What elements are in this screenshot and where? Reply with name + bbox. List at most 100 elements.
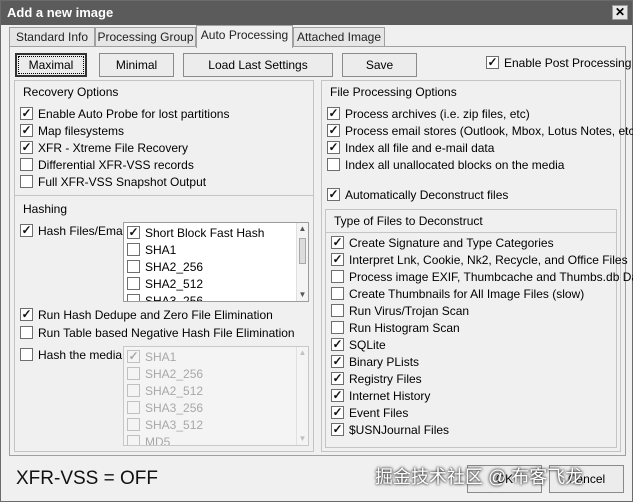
checkbox-label: Event Files <box>349 406 409 420</box>
checkbox-box[interactable]: ✓ <box>331 372 344 385</box>
deconstruct-types-heading: Type of Files to Deconstruct <box>334 214 483 228</box>
scroll-up-icon: ▲ <box>298 348 307 357</box>
checkbox-label: Run Histogram Scan <box>349 321 460 335</box>
checkbox-label: SHA2_512 <box>145 384 204 398</box>
maximal-button[interactable]: Maximal <box>15 53 87 77</box>
checkbox-box[interactable]: ✓ <box>327 124 340 137</box>
checkbox-box[interactable]: ✓ <box>331 389 344 402</box>
checkbox-box[interactable]: ✓ <box>20 224 33 237</box>
scroll-down-icon[interactable]: ▼ <box>297 289 308 301</box>
checkbox-box[interactable] <box>20 348 33 361</box>
checkbox-label: SHA3_256 <box>145 294 204 302</box>
hashing-heading: Hashing <box>23 202 68 216</box>
checkbox-box[interactable] <box>127 243 140 256</box>
tab-attached-image[interactable]: Attached Image <box>293 27 385 47</box>
checkbox-box[interactable]: ✓ <box>331 406 344 419</box>
checkbox-box[interactable] <box>127 294 140 301</box>
tab-standard-info[interactable]: Standard Info <box>9 27 95 47</box>
checkbox-box[interactable]: ✓ <box>127 226 140 239</box>
checkbox-box[interactable]: ✓ <box>486 56 499 69</box>
file-hash-listbox[interactable]: ✓ Short Block Fast Hash SHA1 SHA2_256 SHA2_5… <box>123 222 309 302</box>
checkbox-box <box>127 367 140 380</box>
checkbox-label: SHA2_256 <box>145 367 204 381</box>
checkbox-label: Enable Post Processing <box>504 56 632 70</box>
checkbox-label: Binary PLists <box>349 355 420 369</box>
checkbox-box[interactable] <box>331 321 344 334</box>
checkbox-box <box>127 384 140 397</box>
checkbox-label: SQLite <box>349 338 386 352</box>
checkbox-box[interactable]: ✓ <box>20 308 33 321</box>
tab-processing-group[interactable]: Processing Group <box>95 27 196 47</box>
save-settings-button[interactable]: Save Settings <box>342 53 417 94</box>
xfr-vss-status: XFR-VSS = OFF <box>16 468 158 489</box>
file-hash-scrollbar[interactable]: ▲ ▼ <box>296 223 308 301</box>
media-hash-listbox: ✓ SHA1 SHA2_256 SHA2_512 SHA3_256 SHA3_512 MD5… <box>123 346 309 446</box>
checkbox-box[interactable]: ✓ <box>331 338 344 351</box>
checkbox-box[interactable]: ✓ <box>327 107 340 120</box>
checkbox-box[interactable]: ✓ <box>331 355 344 368</box>
checkbox-label: Run Hash Dedupe and Zero File Eliminatio… <box>38 308 273 322</box>
recovery-options-heading: Recovery Options <box>23 85 119 99</box>
checkbox-box[interactable] <box>127 260 140 273</box>
tab-auto-processing[interactable]: Auto Processing <box>196 25 293 48</box>
checkbox-label: MD5 <box>145 435 171 446</box>
checkbox-label: Index all unallocated blocks on the medi… <box>345 158 565 172</box>
auto-processing-panel: Maximal Minimal Load Last Settings Save … <box>9 46 633 456</box>
watermark: 掘金技术社区 @ 布客飞龙 <box>375 467 584 487</box>
checkbox-box[interactable]: ✓ <box>331 236 344 249</box>
checkbox-label: SHA1 <box>145 350 177 364</box>
checkbox-box[interactable]: ✓ <box>331 423 344 436</box>
checkbox-box[interactable] <box>331 270 344 283</box>
checkbox-label: SHA2_512 <box>145 277 204 291</box>
deconstruct-types-group: Type of Files to Deconstruct ✓ Create Sig… <box>325 209 633 448</box>
checkbox-label: Registry Files <box>349 372 422 386</box>
checkbox-box[interactable] <box>331 287 344 300</box>
checkbox-label: Process image EXIF, Thumbcache and Thumb… <box>349 270 633 284</box>
checkbox-label: Interpret Lnk, Cookie, Nk2, Recycle, and… <box>349 253 628 267</box>
left-options-group: Recovery Options ✓ Enable Auto Probe for … <box>14 80 314 452</box>
checkbox-label: Create Thumbnails for All Image Files (s… <box>349 287 585 301</box>
checkbox-label: Short Block Fast Hash <box>145 226 265 240</box>
checkbox-label: Hash the media <box>38 348 123 362</box>
checkbox-label: Run Virus/Trojan Scan <box>349 304 470 318</box>
checkbox-box[interactable] <box>331 304 344 317</box>
add-image-dialog: Add a new image ✕ Standard Info Processi… <box>0 0 633 502</box>
checkbox-box[interactable]: ✓ <box>20 124 33 137</box>
checkbox-box <box>127 401 140 414</box>
file-processing-options-heading: File Processing Options <box>330 85 457 99</box>
checkbox-label: Internet History <box>349 389 431 403</box>
scroll-thumb[interactable] <box>299 238 306 264</box>
checkbox-label: Enable Auto Probe for lost partitions <box>38 107 230 121</box>
checkbox-box[interactable] <box>20 158 33 171</box>
right-options-group: File Processing Options ✓ Process archive… <box>321 80 633 452</box>
checkbox-box[interactable]: ✓ <box>327 141 340 154</box>
checkbox-box[interactable] <box>20 326 33 339</box>
checkbox-box[interactable]: ✓ <box>331 253 344 266</box>
checkbox-box[interactable]: ✓ <box>20 141 33 154</box>
scroll-up-icon[interactable]: ▲ <box>297 223 308 235</box>
checkbox-box <box>127 435 140 445</box>
minimal-button[interactable]: Minimal <box>99 53 174 77</box>
checkbox-box[interactable] <box>20 175 33 188</box>
close-button[interactable]: ✕ <box>612 5 628 20</box>
divider <box>15 195 313 196</box>
checkbox-label: Full XFR-VSS Snapshot Output <box>38 175 207 189</box>
load-last-settings-button[interactable]: Load Last Settings <box>183 53 333 77</box>
checkbox-box[interactable] <box>327 158 340 171</box>
checkbox-box: ✓ <box>127 349 140 363</box>
checkbox-box[interactable] <box>127 277 140 290</box>
divider <box>326 232 616 233</box>
checkbox-label: SHA3_256 <box>145 401 204 415</box>
checkbox-box[interactable]: ✓ <box>20 107 33 120</box>
checkbox-label: SHA3_512 <box>145 418 204 432</box>
checkbox-label: $USNJournal Files <box>349 423 450 437</box>
window-title: Add a new image <box>7 5 114 20</box>
media-hash-scrollbar: ▲ ▼ <box>296 347 308 445</box>
checkbox-box <box>127 418 140 431</box>
checkbox-label: Differential XFR-VSS records <box>38 158 194 172</box>
checkbox-label: Index all file and e-mail data <box>345 141 495 155</box>
checkbox-label: Create Signature and Type Categories <box>349 236 554 250</box>
checkbox-box[interactable]: ✓ <box>327 188 340 201</box>
checkbox-label: Process archives (i.e. zip files, etc) <box>345 107 530 121</box>
title-bar: Add a new image ✕ <box>1 1 632 25</box>
